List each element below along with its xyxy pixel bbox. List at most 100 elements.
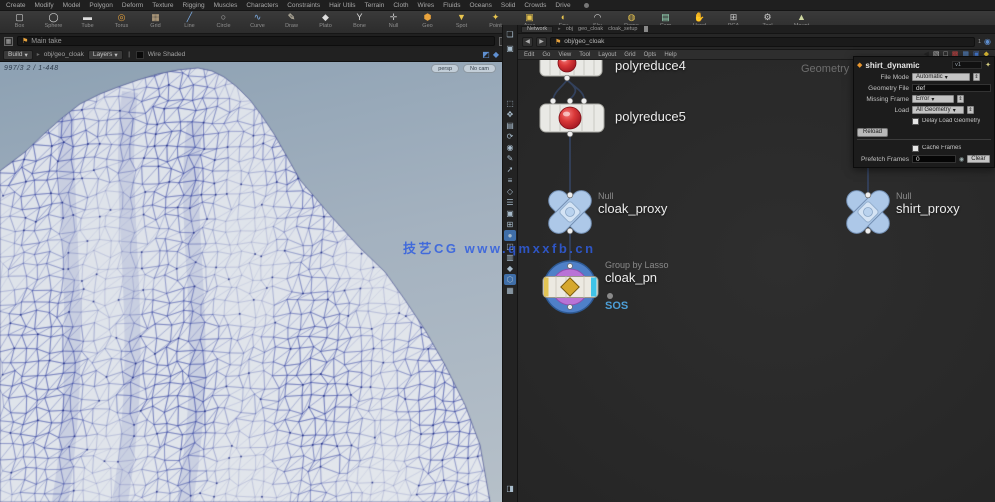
network-menu-item[interactable]: Tool bbox=[579, 52, 590, 58]
take-field[interactable]: ⚑ Main take bbox=[17, 36, 495, 46]
shelf-tab[interactable]: Model bbox=[63, 2, 81, 9]
layers-dropdown[interactable]: Layers▾ bbox=[88, 50, 123, 60]
shelf-tab[interactable]: Texture bbox=[152, 2, 173, 9]
viewport-tool-icon[interactable]: ✥ bbox=[504, 109, 516, 120]
viewport-tool-icon[interactable]: ◉ bbox=[504, 142, 516, 153]
clear-button[interactable]: Clear bbox=[967, 155, 989, 163]
viewport-tool-icon[interactable]: ◆ bbox=[504, 263, 516, 274]
snap-icon[interactable]: ◩ bbox=[482, 50, 490, 59]
file-mode-dropdown[interactable]: Automatic▾ bbox=[912, 73, 970, 81]
network-menu-item[interactable]: Go bbox=[542, 52, 550, 58]
geometry-file-field[interactable]: def bbox=[912, 84, 991, 92]
spinner-icon[interactable]: ⇕ bbox=[957, 95, 964, 103]
reload-button[interactable]: Reload bbox=[857, 128, 888, 137]
shelf-tool-button[interactable]: ╱ Line bbox=[174, 12, 205, 29]
shelf-tab[interactable]: Oceans bbox=[469, 2, 491, 9]
shelf-tab[interactable]: Crowds bbox=[524, 2, 546, 9]
shelf-tool-button[interactable]: ○ Circle bbox=[208, 12, 239, 29]
viewport-tool-icon[interactable]: ❏ bbox=[504, 29, 516, 40]
options-icon[interactable]: ◆ bbox=[493, 50, 499, 59]
layout-grid-icon[interactable]: ▦ bbox=[4, 37, 13, 46]
network-menu-item[interactable]: View bbox=[558, 52, 571, 58]
shelf-tab[interactable]: Characters bbox=[246, 2, 278, 9]
shelf-tab[interactable]: Modify bbox=[35, 2, 54, 9]
viewport-tool-icon[interactable]: ◨ bbox=[506, 484, 514, 493]
node-label-cloak-proxy[interactable]: Null cloak_proxy bbox=[598, 191, 667, 216]
node-label-polyreduce5[interactable]: polyreduce5 bbox=[615, 109, 686, 124]
shelf-tool-button[interactable]: ⬢ Geo bbox=[412, 12, 443, 29]
ladder-icon[interactable]: ◉ bbox=[959, 156, 964, 163]
camera-pill[interactable]: persp bbox=[431, 64, 459, 73]
shelf-tool-button[interactable]: ▼ Spot bbox=[446, 12, 477, 29]
shelf-tab[interactable]: Constraints bbox=[287, 2, 320, 9]
no-cam-pill[interactable]: No cam bbox=[463, 64, 496, 73]
shelf-tab[interactable]: Muscles bbox=[214, 2, 238, 9]
nav-forward-button[interactable]: ▶ bbox=[536, 37, 547, 47]
param-version-field[interactable]: v1 bbox=[952, 61, 982, 69]
node-label-polyreduce4[interactable]: polyreduce4 bbox=[615, 60, 686, 73]
shelf-tab[interactable]: Rigging bbox=[183, 2, 205, 9]
viewport-tool-icon[interactable]: ⬚ bbox=[504, 98, 516, 109]
pane-tab-build[interactable]: Build▾ bbox=[3, 50, 33, 60]
network-path-field[interactable]: ⚑ obj/geo_cloak bbox=[550, 37, 975, 47]
nav-back-button[interactable]: ◀ bbox=[522, 37, 533, 47]
shelf-tab[interactable]: Wires bbox=[418, 2, 435, 9]
viewport-tool-icon[interactable]: ▤ bbox=[504, 120, 516, 131]
viewport-path[interactable]: obj/geo_cloak bbox=[44, 51, 84, 58]
viewport-tool-icon[interactable]: ◇ bbox=[504, 186, 516, 197]
missing-frame-dropdown[interactable]: Error▾ bbox=[912, 95, 954, 103]
node-label-cloak-pn[interactable]: Group by Lasso cloak_pn bbox=[605, 260, 669, 285]
viewport-tool-icon[interactable]: ⬡ bbox=[504, 274, 516, 285]
shading-mode-label[interactable]: Wire Shaded bbox=[148, 51, 186, 58]
shelf-tool-button[interactable]: Y Bone bbox=[344, 12, 375, 29]
shelf-tool-button[interactable]: ▬ Tube bbox=[72, 12, 103, 29]
network-menu-item[interactable]: Opts bbox=[644, 52, 657, 58]
shelf-tab[interactable]: Deform bbox=[122, 2, 143, 9]
shelf-tab[interactable]: Polygon bbox=[89, 2, 113, 9]
cache-frames-checkbox[interactable] bbox=[912, 145, 919, 152]
color-swatch[interactable] bbox=[136, 51, 144, 59]
pane-tab-network[interactable]: Network bbox=[521, 26, 553, 33]
shelf-tool-button[interactable]: ∿ Curve bbox=[242, 12, 273, 29]
spinner-icon[interactable]: ⇕ bbox=[973, 73, 980, 81]
network-menu-item[interactable]: Edit bbox=[524, 52, 534, 58]
viewport-tool-icon[interactable]: ▦ bbox=[504, 285, 516, 296]
node-flag-sos[interactable]: SOS bbox=[605, 300, 628, 312]
viewport-3d[interactable]: 997/3 2 / 1-448 persp No cam bbox=[0, 62, 502, 502]
breadcrumb-item[interactable]: cloak_setup bbox=[608, 26, 637, 32]
viewport-tool-icon[interactable]: ▣ bbox=[504, 43, 516, 54]
delay-load-checkbox[interactable] bbox=[912, 118, 919, 125]
shelf-tool-button[interactable]: ◎ Torus bbox=[106, 12, 137, 29]
viewport-tool-icon[interactable]: ⊞ bbox=[504, 219, 516, 230]
viewport-tool-icon[interactable]: ➚ bbox=[504, 164, 516, 175]
load-dropdown[interactable]: All Geometry▾ bbox=[912, 106, 964, 114]
viewport-tool-icon[interactable]: ✎ bbox=[504, 153, 516, 164]
network-menu-item[interactable]: Grid bbox=[624, 52, 635, 58]
param-node-name[interactable]: shirt_dynamic bbox=[865, 61, 919, 70]
shelf-tool-button[interactable]: ▦ Grid bbox=[140, 12, 171, 29]
shelf-tab[interactable]: Terrain bbox=[364, 2, 384, 9]
shelf-tool-button[interactable]: ✎ Draw bbox=[276, 12, 307, 29]
viewport-tool-icon[interactable]: ▣ bbox=[504, 208, 516, 219]
spinner-icon[interactable]: ⇕ bbox=[967, 106, 974, 114]
shelf-tool-button[interactable]: ◆ Plato bbox=[310, 12, 341, 29]
shelf-tab[interactable]: Create bbox=[6, 2, 26, 9]
preset-star-icon[interactable]: ✦ bbox=[985, 61, 991, 69]
shelf-tool-button[interactable]: ✛ Null bbox=[378, 12, 409, 29]
breadcrumb-item[interactable]: obj bbox=[566, 26, 573, 32]
shelf-tool-button[interactable]: ◯ Sphere bbox=[38, 12, 69, 29]
viewport-tool-icon[interactable]: ☰ bbox=[504, 197, 516, 208]
shelf-tool-button[interactable]: ▢ Box bbox=[4, 12, 35, 29]
globe-icon[interactable]: ◉ bbox=[984, 37, 991, 46]
viewport-tool-icon[interactable]: ≡ bbox=[504, 175, 516, 186]
shelf-tab[interactable]: Cloth bbox=[393, 2, 408, 9]
shelf-tab[interactable]: Drive bbox=[555, 2, 570, 9]
network-menu-item[interactable]: Help bbox=[664, 52, 676, 58]
prefetch-field[interactable]: 0 bbox=[912, 155, 956, 163]
shelf-tab[interactable]: Fluids bbox=[443, 2, 460, 9]
node-label-shirt-proxy[interactable]: Null shirt_proxy bbox=[896, 191, 960, 216]
breadcrumb-item[interactable]: geo_cloak bbox=[578, 26, 603, 32]
viewport-tool-icon[interactable]: ⟳ bbox=[504, 131, 516, 142]
shelf-tab[interactable]: Hair Utils bbox=[329, 2, 355, 9]
shelf-tab[interactable]: Solid bbox=[501, 2, 515, 9]
